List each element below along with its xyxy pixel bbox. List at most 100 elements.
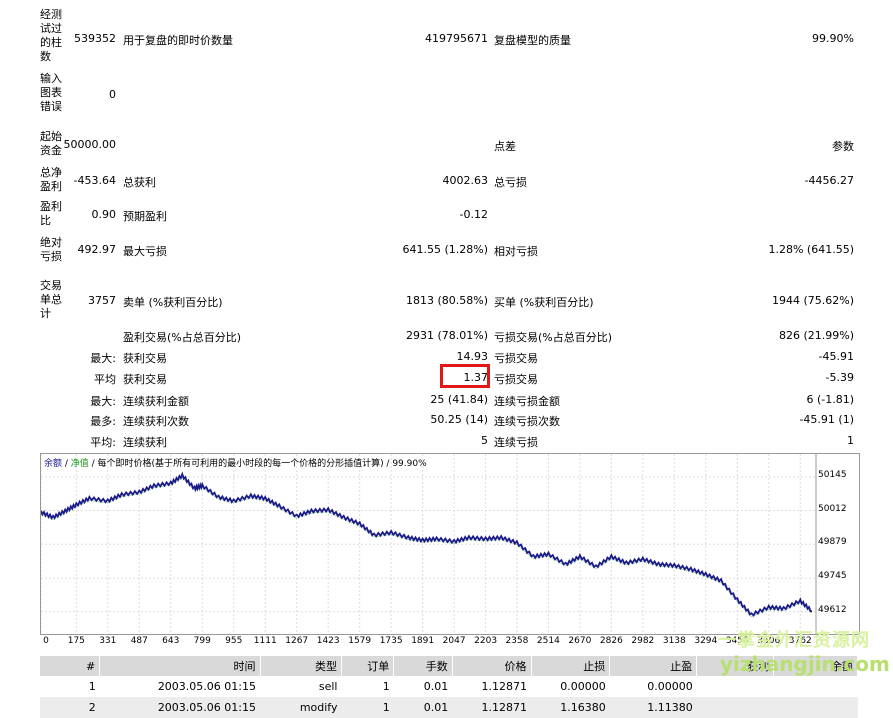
legend-balance: 余额 [44, 459, 63, 469]
loss-trades-value: 826 (21.99%) [778, 329, 854, 342]
table-cell: 2003.05.06 01:15 [157, 680, 256, 693]
x-tick-label: 3138 [662, 636, 686, 646]
long-label: 买单 (%获利百分比) [494, 296, 594, 309]
table-row[interactable]: 1 2003.05.06 01:15 sell 1 0.01 1.12871 0.00000… [40, 676, 858, 697]
x-tick-label: 487 [130, 636, 148, 646]
table-row[interactable]: 2 2003.05.06 01:15 modify 1 0.01 1.12871 1.163… [40, 697, 858, 718]
table-cell: 1 [382, 680, 390, 693]
x-tick-label: 2982 [631, 636, 655, 646]
x-tick-label: 2826 [599, 636, 623, 646]
x-tick-label: 1735 [379, 636, 403, 646]
table-cell [696, 697, 774, 718]
table-cell: 1 [341, 697, 394, 718]
y-tick-label: 50145 [818, 469, 847, 480]
orders-header-cell[interactable]: 手数 [393, 656, 453, 676]
table-cell [773, 697, 858, 718]
net-profit-label: 总净盈利 [40, 166, 62, 193]
x-tick-label: 1423 [316, 636, 340, 646]
ticks-value: 419795671 [425, 32, 488, 45]
average-loss-value: -5.39 [825, 371, 854, 384]
orders-header-cell[interactable]: 订单 [341, 656, 395, 676]
table-cell [774, 676, 858, 697]
params-label: 参数 [832, 140, 854, 153]
x-tick-label: 1267 [285, 636, 309, 646]
table-cell: 2003.05.06 01:15 [99, 697, 260, 718]
average-loss-label: 亏损交易 [494, 373, 538, 386]
max-drawdown-value: 641.55 (1.28%) [402, 243, 488, 256]
largest-loss-value: -45.91 [818, 350, 854, 363]
total-trades-value: 3757 [88, 294, 116, 307]
short-label: 卖单 (%获利百分比) [123, 296, 223, 309]
largest-profit-label: 获利交易 [123, 352, 167, 365]
avg-label: 平均: [90, 436, 116, 449]
rel-drawdown-value: 1.28% (641.55) [768, 243, 854, 256]
x-tick-label: 955 [225, 636, 243, 646]
equity-series-line [40, 477, 813, 618]
max-label: 最大: [90, 395, 116, 408]
x-tick-label: 331 [99, 636, 117, 646]
ticks-label: 用于复盘的即时价数量 [123, 34, 233, 47]
chart-errors-value: 0 [109, 88, 116, 101]
legend-rest: / 每个即时价格(基于所有可利用的最小时段的每一个价格的分形插值计算) / 99… [88, 459, 427, 469]
chart-errors-label: 输入图表错误 [40, 72, 62, 113]
y-tick-label: 49745 [818, 571, 847, 582]
rel-drawdown-label: 相对亏损 [494, 245, 538, 258]
balance-chart [40, 453, 860, 635]
profit-factor-value: 0.90 [91, 208, 117, 221]
balance-series-line [40, 471, 813, 617]
x-tick-label: 0 [43, 636, 49, 646]
x-tick-label: 1111 [253, 636, 277, 646]
max-consec-wins-label: 连续获利金额 [123, 395, 189, 408]
max-consec-wins-value: 25 (41.84) [430, 393, 488, 406]
avg-consec-wins-value: 5 [481, 434, 488, 447]
orders-header-cell[interactable]: 价格 [452, 656, 532, 676]
maximal-consec-profit-value: 50.25 (14) [430, 413, 488, 426]
spread-label: 点差 [494, 140, 516, 153]
max-consec-losses-value: 6 (-1.81) [806, 393, 854, 406]
short-value: 1813 (80.58%) [405, 294, 488, 307]
x-tick-label: 3294 [694, 636, 718, 646]
x-tick-label: 1579 [348, 636, 372, 646]
gross-profit-label: 总获利 [123, 176, 156, 189]
y-tick-label: 49879 [818, 537, 847, 548]
orders-header-cell[interactable]: 类型 [260, 656, 342, 676]
quality-value: 99.90% [812, 32, 854, 45]
orders-header-cell[interactable]: 止损 [531, 656, 611, 676]
orders-header-cell[interactable]: 时间 [99, 656, 261, 676]
gross-loss-label: 总亏损 [494, 176, 527, 189]
max-drawdown-label: 最大亏损 [123, 245, 167, 258]
expected-payoff-value: -0.12 [459, 208, 488, 221]
long-value: 1944 (75.62%) [771, 294, 854, 307]
profit-factor-label: 盈利比 [40, 200, 62, 227]
table-cell [697, 676, 774, 697]
table-cell: 0.01 [423, 680, 449, 693]
largest-label: 最大: [90, 352, 116, 365]
gross-loss-value: -4456.27 [804, 174, 854, 187]
legend-equity: 净值 [70, 459, 89, 469]
legend-sep: / [62, 459, 71, 469]
largest-profit-value: 14.93 [456, 350, 489, 363]
orders-header-cell[interactable]: 止盈 [609, 656, 698, 676]
largest-loss-label: 亏损交易 [494, 352, 538, 365]
avg-consec-wins-label: 连续获利 [123, 436, 167, 449]
max-consec-losses-label: 连续亏损金额 [494, 395, 560, 408]
table-cell: 1.12871 [481, 680, 528, 693]
y-tick-label: 50012 [818, 503, 847, 514]
maximal-consec-profit-label: 连续获利次数 [123, 415, 189, 428]
table-cell: 2 [40, 697, 100, 718]
quality-label: 复盘模型的质量 [494, 34, 571, 47]
orders-header-cell[interactable]: # [40, 656, 101, 676]
gross-profit-value: 4002.63 [442, 174, 489, 187]
bars-tested-label: 经测试过的柱数 [40, 8, 62, 63]
avg-consec-losses-label: 连续亏损 [494, 436, 538, 449]
x-tick-label: 2358 [505, 636, 529, 646]
deposit-value: 50000.00 [63, 138, 117, 151]
abs-drawdown-value: 492.97 [77, 243, 117, 256]
table-cell: 0.01 [393, 697, 453, 718]
total-trades-label: 交易单总计 [40, 279, 62, 320]
abs-drawdown-label: 绝对亏损 [40, 236, 62, 263]
table-cell: 0.00000 [647, 680, 693, 693]
table-cell: 1.16380 [531, 697, 610, 718]
x-tick-label: 175 [67, 636, 85, 646]
x-tick-label: 2670 [568, 636, 592, 646]
